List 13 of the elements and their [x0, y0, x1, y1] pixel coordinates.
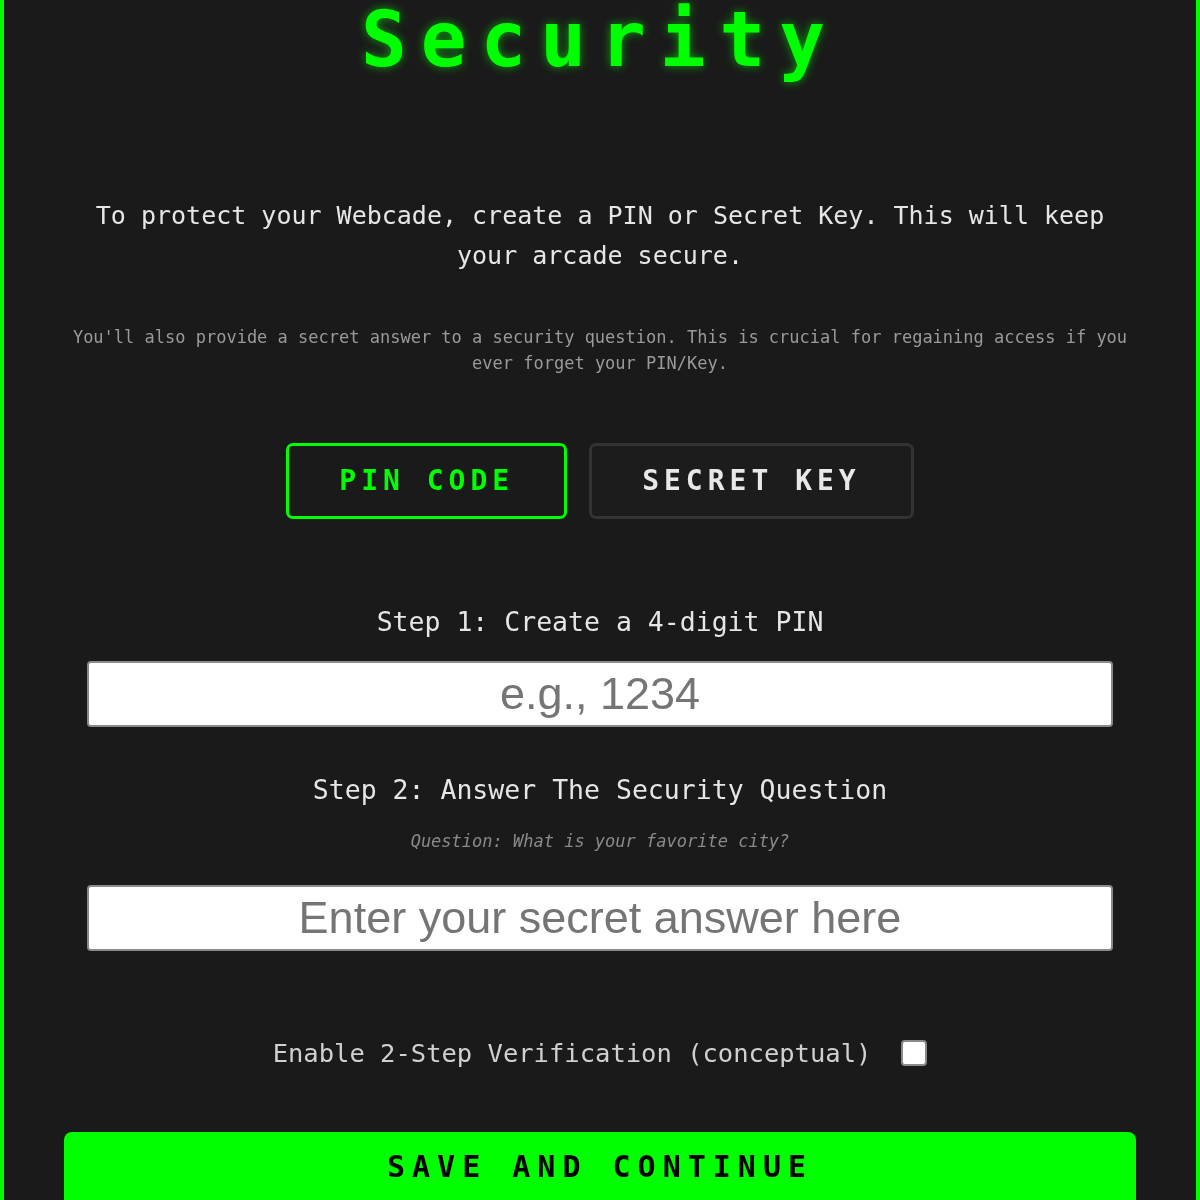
two-step-checkbox[interactable]: [901, 1040, 928, 1066]
note-text: You'll also provide a secret answer to a security question. This is crucial for regaining access if you ever forget your PIN/Key.: [71, 326, 1129, 375]
intro-text: To protect your Webcade, create a PIN or Secret Key. This will keep your arcade secure.: [94, 200, 1106, 272]
step-label: Step 2: Answer The Security Question: [312, 773, 888, 807]
step-label: Step 1: Create a 4-digit PIN: [376, 605, 824, 639]
input-field[interactable]: e.g., 1234: [87, 661, 1113, 727]
mode-tab[interactable]: SECRET KEY: [589, 443, 914, 519]
save-and-continue-button[interactable]: SAVE AND CONTINUE: [64, 1132, 1136, 1200]
security-question-text: Question: What is your favorite city?: [410, 830, 790, 853]
page-title: Security: [360, 0, 839, 80]
input-field[interactable]: Enter your secret answer here: [87, 885, 1113, 951]
two-step-label: Enable 2-Step Verification (conceptual): [272, 1037, 872, 1070]
mode-tab[interactable]: PIN CODE: [286, 443, 568, 519]
